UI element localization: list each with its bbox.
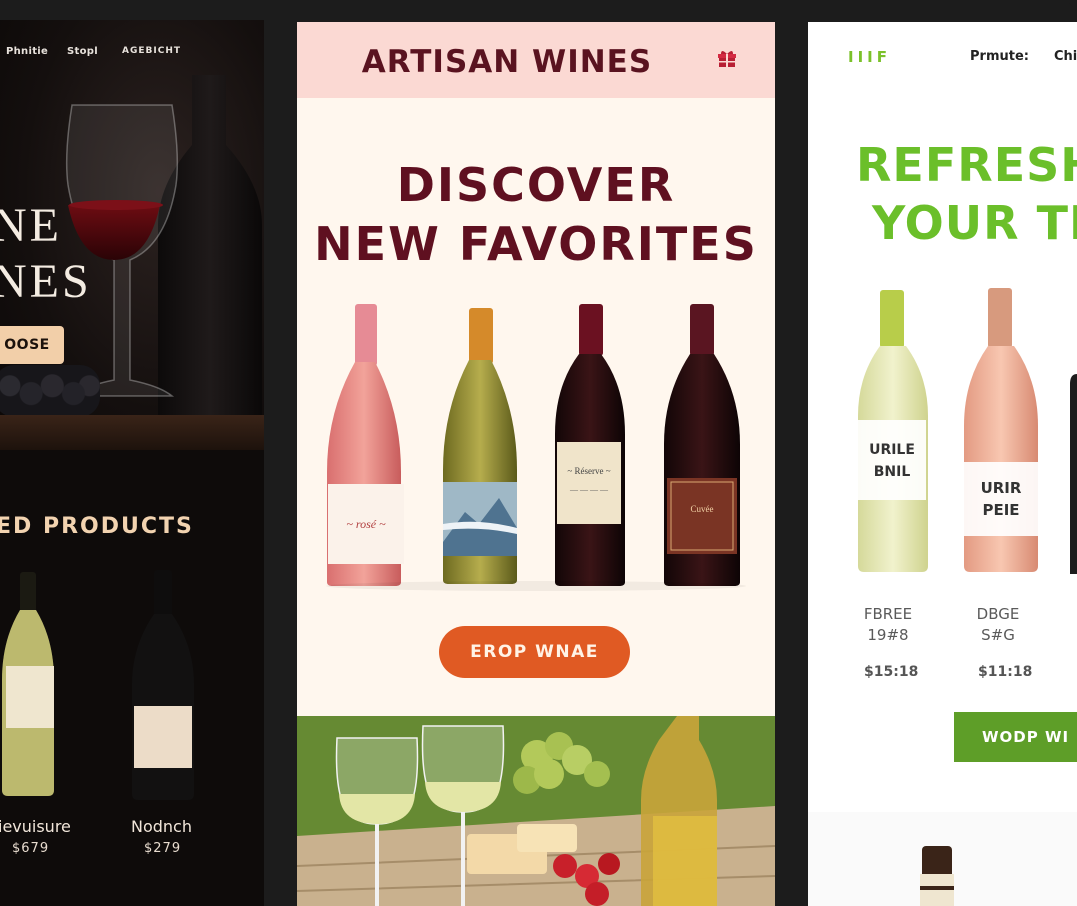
red-bottle-2[interactable]: Cuvée <box>664 304 740 586</box>
right-lower-bottle[interactable] <box>808 812 1077 906</box>
right-bottle-label-2-line2: PEIE <box>982 501 1020 519</box>
right-product-name-1-line1: FBREE <box>863 605 913 623</box>
left-nav-item-3[interactable]: AGEBICHT <box>122 46 181 56</box>
left-nav-item-1[interactable]: Phnitie <box>6 46 48 57</box>
right-bottle-label-2-line1: URIR <box>980 479 1022 497</box>
left-product-price-1: $679 <box>12 841 50 856</box>
grapes-decoration <box>0 365 100 417</box>
white-bottle[interactable] <box>443 308 517 584</box>
left-product-price-2: $279 <box>144 841 182 856</box>
right-product-name-2-line1: DBGE <box>976 605 1020 623</box>
center-bottle-row: ~ rosé ~ ~ Réserve ~ — — — — Cuvée <box>326 304 746 591</box>
rose-bottle[interactable]: ~ rosé ~ <box>327 304 404 586</box>
headline-line2: NEW FAVORITES <box>314 217 758 271</box>
right-bottle-row <box>858 288 1077 574</box>
svg-text:~ Réserve ~: ~ Réserve ~ <box>567 466 610 476</box>
left-hero-title-line1: NE <box>0 199 62 252</box>
left-email-panel: Phnitie Stopl AGEBICHT NE NES OOSE ED PR… <box>0 20 264 906</box>
headline-line1: DISCOVER <box>396 158 676 212</box>
center-header: ARTISAN WINES <box>297 22 775 98</box>
right-product-name-1-line2: 19#8 <box>867 626 909 644</box>
right-nav-item-2[interactable]: Chi <box>1054 49 1077 64</box>
right-product-price-2: $11:18 <box>978 664 1033 680</box>
picnic-illustration <box>297 716 775 906</box>
red-wine-bottle[interactable] <box>132 570 194 800</box>
right-bottle-label-1-line2: BNIL <box>873 464 911 480</box>
center-email-panel: ARTISAN WINES DISCOVER NEW FAVORITES ~ r… <box>297 22 775 906</box>
right-lower-section <box>808 812 1077 906</box>
left-product-name-2[interactable]: Nodnch <box>131 817 192 836</box>
red-bottle-1[interactable]: ~ Réserve ~ — — — — <box>555 304 625 586</box>
left-product-bottles <box>2 570 194 800</box>
right-white-bottle[interactable] <box>858 290 928 572</box>
right-bottle-label-1-line1: URILE <box>869 442 915 458</box>
left-nav-item-2[interactable]: Stopl <box>67 46 98 57</box>
svg-text:— — — —: — — — — <box>569 485 609 494</box>
right-logo[interactable]: IIIF <box>848 48 891 66</box>
left-section-title: ED PRODUCTS <box>0 514 194 539</box>
picnic-photo <box>297 716 775 906</box>
right-headline-line1: REFRESH <box>856 138 1077 192</box>
right-cta-button[interactable]: WODP WI <box>954 712 1077 762</box>
white-wine-bottle[interactable] <box>2 572 54 796</box>
right-headline-line2: YOUR TH <box>872 196 1077 250</box>
right-product-name-1[interactable]: FBREE 19#8 <box>852 604 924 646</box>
right-product-price-1: $15:18 <box>864 664 919 680</box>
table-surface <box>0 415 264 450</box>
screenshot-frame: Phnitie Stopl AGEBICHT NE NES OOSE ED PR… <box>0 0 1077 906</box>
right-rose-bottle[interactable] <box>964 288 1038 572</box>
brand-title: ARTISAN WINES <box>361 44 653 80</box>
right-product-name-2[interactable]: DBGE S#G <box>962 604 1034 646</box>
shop-wine-button[interactable]: EROP WNAE <box>439 626 630 678</box>
right-nav-item-1[interactable]: Prmute: <box>970 49 1029 64</box>
left-product-name-1[interactable]: ievuisure <box>0 817 71 836</box>
right-product-name-2-line2: S#G <box>981 626 1015 644</box>
left-cta-button[interactable]: OOSE <box>0 326 64 364</box>
svg-text:~ rosé ~: ~ rosé ~ <box>346 517 386 531</box>
left-hero-title-line2: NES <box>0 255 92 308</box>
right-email-panel: IIIF Prmute: Chi REFRESH YOUR TH URILE B… <box>808 22 1077 906</box>
svg-text:Cuvée: Cuvée <box>691 504 714 514</box>
gift-icon[interactable] <box>717 49 737 69</box>
